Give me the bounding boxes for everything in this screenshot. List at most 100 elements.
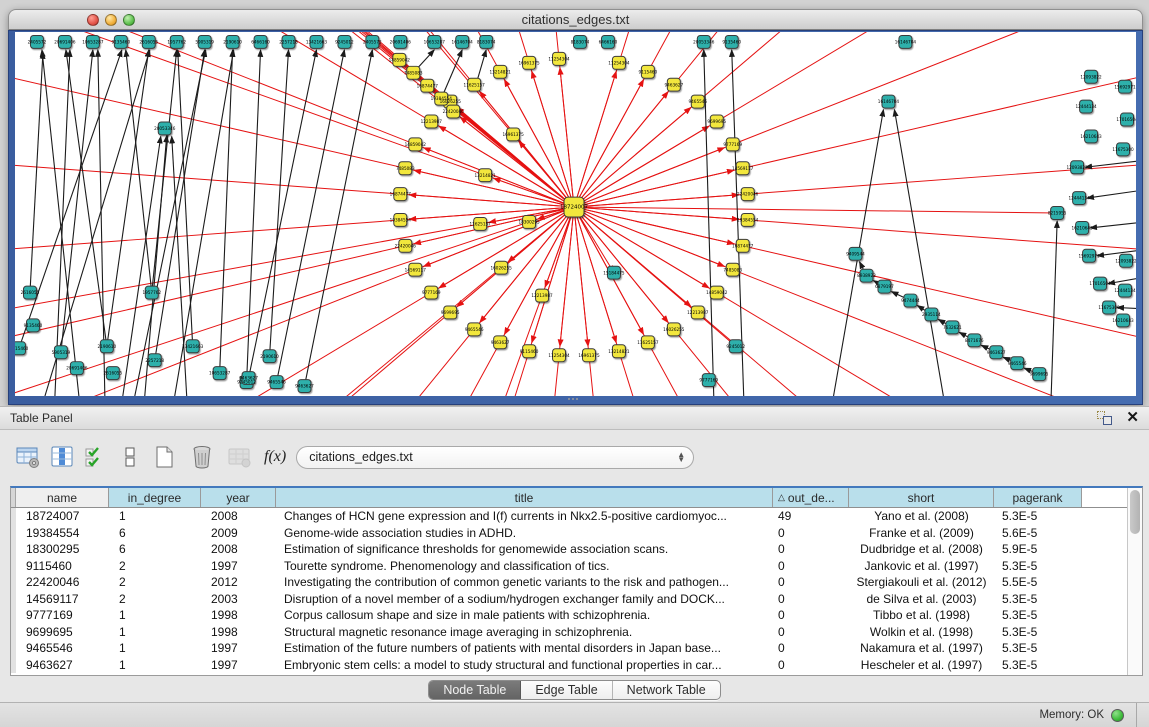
table-cell[interactable]: Structural magnetic resonance image aver… bbox=[276, 625, 773, 639]
table-cell[interactable]: Changes of HCN gene expression and I(f) … bbox=[276, 509, 773, 523]
table-row[interactable]: 911546021997Tourette syndrome. Phenomeno… bbox=[11, 558, 1142, 575]
table-cell[interactable]: Jankovic et al. (1997) bbox=[849, 559, 994, 573]
table-cell[interactable]: 18724007 bbox=[16, 509, 109, 523]
unselect-all-icon[interactable] bbox=[116, 443, 144, 471]
table-cell[interactable]: 9699695 bbox=[16, 625, 109, 639]
table-cell[interactable]: 9463627 bbox=[16, 658, 109, 672]
tab-edge-table[interactable]: Edge Table bbox=[521, 681, 612, 699]
new-table-icon[interactable] bbox=[150, 443, 178, 471]
table-cell[interactable]: Estimation of significance thresholds fo… bbox=[276, 542, 773, 556]
table-cell[interactable]: 0 bbox=[773, 526, 849, 540]
table-cell[interactable]: 0 bbox=[773, 542, 849, 556]
table-cell[interactable]: 9115460 bbox=[16, 559, 109, 573]
table-cell[interactable]: Estimation of the future numbers of pati… bbox=[276, 641, 773, 655]
table-cell[interactable]: Wolkin et al. (1998) bbox=[849, 625, 994, 639]
zoom-window-icon[interactable] bbox=[123, 14, 135, 26]
citation-graph[interactable]: 2405572206914061065328791354602616055195… bbox=[15, 32, 1136, 396]
column-header-short[interactable]: short bbox=[849, 488, 994, 507]
table-cell[interactable]: 2 bbox=[109, 592, 201, 606]
table-cell[interactable]: 5.5E-5 bbox=[994, 575, 1082, 589]
table-cell[interactable]: 6 bbox=[109, 542, 201, 556]
table-cell[interactable]: 1 bbox=[109, 625, 201, 639]
close-window-icon[interactable] bbox=[87, 14, 99, 26]
tab-network-table[interactable]: Network Table bbox=[613, 681, 720, 699]
function-builder-icon[interactable]: f(x) bbox=[264, 448, 286, 466]
column-header-out-degree[interactable]: △ out_de... bbox=[773, 488, 849, 507]
column-header-pagerank[interactable]: pagerank bbox=[994, 488, 1082, 507]
table-cell[interactable]: 0 bbox=[773, 592, 849, 606]
table-cell[interactable]: 5.9E-5 bbox=[994, 542, 1082, 556]
table-cell[interactable]: 5.6E-5 bbox=[994, 526, 1082, 540]
table-mode-icon[interactable] bbox=[14, 443, 42, 471]
table-cell[interactable]: 2008 bbox=[201, 542, 276, 556]
table-cell[interactable]: 2009 bbox=[201, 526, 276, 540]
table-cell[interactable]: 5.3E-5 bbox=[994, 625, 1082, 639]
select-all-icon[interactable] bbox=[82, 443, 110, 471]
table-cell[interactable]: 6 bbox=[109, 526, 201, 540]
table-cell[interactable]: 0 bbox=[773, 575, 849, 589]
table-cell[interactable]: 1 bbox=[109, 509, 201, 523]
table-cell[interactable]: 1997 bbox=[201, 658, 276, 672]
network-window-titlebar[interactable]: citations_edges.txt bbox=[8, 9, 1143, 30]
column-header-in-degree[interactable]: in_degree bbox=[109, 488, 201, 507]
table-cell[interactable]: 1997 bbox=[201, 641, 276, 655]
table-cell[interactable]: Genome-wide association studies in ADHD. bbox=[276, 526, 773, 540]
table-cell[interactable]: 0 bbox=[773, 641, 849, 655]
table-cell[interactable]: 0 bbox=[773, 658, 849, 672]
table-cell[interactable]: Nakamura et al. (1997) bbox=[849, 641, 994, 655]
table-cell[interactable]: 9465546 bbox=[16, 641, 109, 655]
scrollbar-thumb[interactable] bbox=[1130, 490, 1140, 534]
table-cell[interactable]: 5.3E-5 bbox=[994, 641, 1082, 655]
table-cell[interactable]: 1 bbox=[109, 641, 201, 655]
tab-node-table[interactable]: Node Table bbox=[429, 681, 521, 699]
table-row[interactable]: 946362711997Embryonic stem cells: a mode… bbox=[11, 657, 1142, 674]
table-cell[interactable]: 18300295 bbox=[16, 542, 109, 556]
table-row[interactable]: 1830029562008Estimation of significance … bbox=[11, 541, 1142, 558]
table-cell[interactable]: 49 bbox=[773, 509, 849, 523]
table-cell[interactable]: 0 bbox=[773, 608, 849, 622]
network-canvas[interactable]: 2405572206914061065328791354602616055195… bbox=[15, 32, 1136, 396]
table-row[interactable]: 1938455462009Genome-wide association stu… bbox=[11, 525, 1142, 542]
table-cell[interactable]: Franke et al. (2009) bbox=[849, 526, 994, 540]
table-cell[interactable]: Investigating the contribution of common… bbox=[276, 575, 773, 589]
minimize-window-icon[interactable] bbox=[105, 14, 117, 26]
table-row[interactable]: 1872400712008Changes of HCN gene express… bbox=[11, 508, 1142, 525]
close-panel-icon[interactable]: ✕ bbox=[1126, 411, 1139, 425]
table-cell[interactable]: 2008 bbox=[201, 509, 276, 523]
show-columns-icon[interactable] bbox=[48, 443, 76, 471]
table-cell[interactable]: Dudbridge et al. (2008) bbox=[849, 542, 994, 556]
panel-splitter-handle[interactable] bbox=[568, 398, 580, 403]
table-cell[interactable]: 5.3E-5 bbox=[994, 658, 1082, 672]
table-cell[interactable]: Yano et al. (2008) bbox=[849, 509, 994, 523]
table-cell[interactable]: 22420046 bbox=[16, 575, 109, 589]
float-window-icon[interactable] bbox=[1097, 411, 1112, 425]
table-row[interactable]: 1456911722003Disruption of a novel membe… bbox=[11, 591, 1142, 608]
table-row[interactable]: 946554611997Estimation of the future num… bbox=[11, 640, 1142, 657]
table-cell[interactable]: 14569117 bbox=[16, 592, 109, 606]
table-row[interactable]: 969969511998Structural magnetic resonanc… bbox=[11, 624, 1142, 641]
table-cell[interactable]: 1998 bbox=[201, 625, 276, 639]
table-cell[interactable]: 2 bbox=[109, 575, 201, 589]
table-cell[interactable]: Stergiakouli et al. (2012) bbox=[849, 575, 994, 589]
table-vertical-scrollbar[interactable] bbox=[1127, 488, 1142, 675]
table-row[interactable]: 2242004622012Investigating the contribut… bbox=[11, 574, 1142, 591]
table-cell[interactable]: 1 bbox=[109, 608, 201, 622]
table-cell[interactable]: 2012 bbox=[201, 575, 276, 589]
column-header-year[interactable]: year bbox=[201, 488, 276, 507]
table-cell[interactable]: Corpus callosum shape and size in male p… bbox=[276, 608, 773, 622]
table-cell[interactable]: Hescheler et al. (1997) bbox=[849, 658, 994, 672]
column-header-title[interactable]: title bbox=[276, 488, 773, 507]
table-cell[interactable]: 2 bbox=[109, 559, 201, 573]
table-cell[interactable]: 5.3E-5 bbox=[994, 559, 1082, 573]
table-cell[interactable]: Embryonic stem cells: a model to study s… bbox=[276, 658, 773, 672]
table-cell[interactable]: 1998 bbox=[201, 608, 276, 622]
column-header-name[interactable]: name bbox=[16, 488, 109, 507]
table-cell[interactable]: de Silva et al. (2003) bbox=[849, 592, 994, 606]
table-cell[interactable]: 5.3E-5 bbox=[994, 592, 1082, 606]
table-cell[interactable]: 19384554 bbox=[16, 526, 109, 540]
table-cell[interactable]: 1997 bbox=[201, 559, 276, 573]
table-cell[interactable]: 9777169 bbox=[16, 608, 109, 622]
memory-ok-indicator-icon[interactable] bbox=[1111, 709, 1124, 722]
table-row[interactable]: 977716911998Corpus callosum shape and si… bbox=[11, 607, 1142, 624]
table-cell[interactable]: Tibbo et al. (1998) bbox=[849, 608, 994, 622]
